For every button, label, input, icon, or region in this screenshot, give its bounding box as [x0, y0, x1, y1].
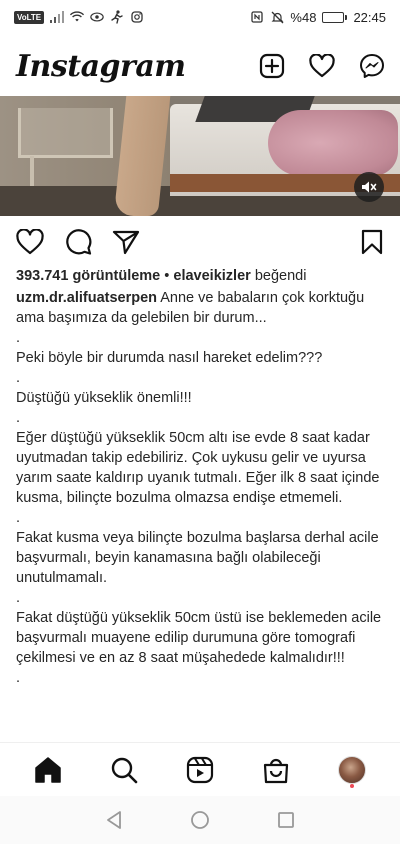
speaker-muted-icon	[362, 181, 377, 193]
author-username[interactable]: uzm.dr.alifuatserpen	[16, 290, 157, 306]
status-bar: VoLTE %48 22:45	[0, 0, 400, 34]
notification-dot	[350, 783, 354, 788]
liked-by-user[interactable]: elaveikizler	[173, 268, 250, 284]
caption-line: .	[16, 670, 21, 686]
caption-line: Peki böyle bir durumda nasıl hareket ede…	[16, 350, 323, 366]
caption-line: .	[16, 370, 21, 386]
home-circle-icon[interactable]	[188, 808, 212, 832]
heart-icon[interactable]	[308, 52, 336, 80]
caption-line: .	[16, 510, 21, 526]
status-right: %48 22:45	[250, 10, 386, 25]
video-scene-shelf	[18, 108, 113, 158]
signal-icon	[50, 10, 65, 24]
comment-icon[interactable]	[64, 228, 92, 256]
header-actions	[258, 52, 386, 80]
instagram-logo[interactable]: Instagram	[16, 49, 186, 84]
clock: 22:45	[353, 9, 386, 25]
post-body: 393.741 görüntüleme • elaveikizler beğen…	[16, 266, 388, 688]
caption-line: .	[16, 410, 21, 426]
eye-comfort-icon	[90, 10, 104, 24]
app-header: Instagram	[0, 40, 400, 92]
caption-first: uzm.dr.alifuatserpen Anne ve babaların ç…	[16, 288, 388, 328]
like-heart-icon[interactable]	[16, 228, 44, 256]
post-actions-left	[16, 228, 140, 256]
shop-icon[interactable]	[256, 750, 296, 790]
views-line: 393.741 görüntüleme • elaveikizler beğen…	[16, 266, 388, 286]
mute-toggle-button[interactable]	[354, 172, 384, 202]
back-icon[interactable]	[102, 808, 126, 832]
post-video[interactable]	[0, 96, 400, 216]
running-icon	[110, 10, 124, 24]
search-icon[interactable]	[104, 750, 144, 790]
reels-icon[interactable]	[180, 750, 220, 790]
wifi-icon	[70, 10, 85, 24]
messenger-icon[interactable]	[358, 52, 386, 80]
battery-percent: %48	[290, 9, 317, 25]
nfc-icon	[250, 10, 264, 24]
caption-line: Fakat düştüğü yükseklik 50cm üstü ise be…	[16, 610, 382, 666]
system-navigation-bar	[0, 796, 400, 844]
bottom-tab-bar	[0, 742, 400, 796]
caption-line: Düştüğü yükseklik önemli!!!	[16, 390, 192, 406]
home-icon[interactable]	[28, 750, 68, 790]
views-count[interactable]: 393.741 görüntüleme	[16, 268, 160, 284]
caption-line: Fakat kusma veya bilinçte bozulma başlar…	[16, 530, 379, 586]
recents-square-icon[interactable]	[274, 808, 298, 832]
avatar	[338, 755, 366, 784]
status-left: VoLTE	[14, 10, 144, 24]
profile-tab[interactable]	[332, 750, 372, 790]
liked-suffix: beğendi	[250, 268, 307, 284]
caption-line: Eğer düştüğü yükseklik 50cm altı ise evd…	[16, 430, 380, 506]
battery-icon	[322, 11, 348, 23]
save-bookmark-icon[interactable]	[358, 228, 386, 256]
caption-line: .	[16, 590, 21, 606]
video-scene-pillow	[268, 110, 398, 176]
mute-bell-icon	[270, 10, 284, 24]
volte-badge: VoLTE	[14, 10, 45, 24]
new-post-icon[interactable]	[258, 52, 286, 80]
share-icon[interactable]	[112, 228, 140, 256]
post-action-bar	[0, 222, 400, 262]
instagram-notification-icon	[130, 10, 144, 24]
caption-line: .	[16, 330, 21, 346]
views-separator: •	[160, 268, 174, 284]
